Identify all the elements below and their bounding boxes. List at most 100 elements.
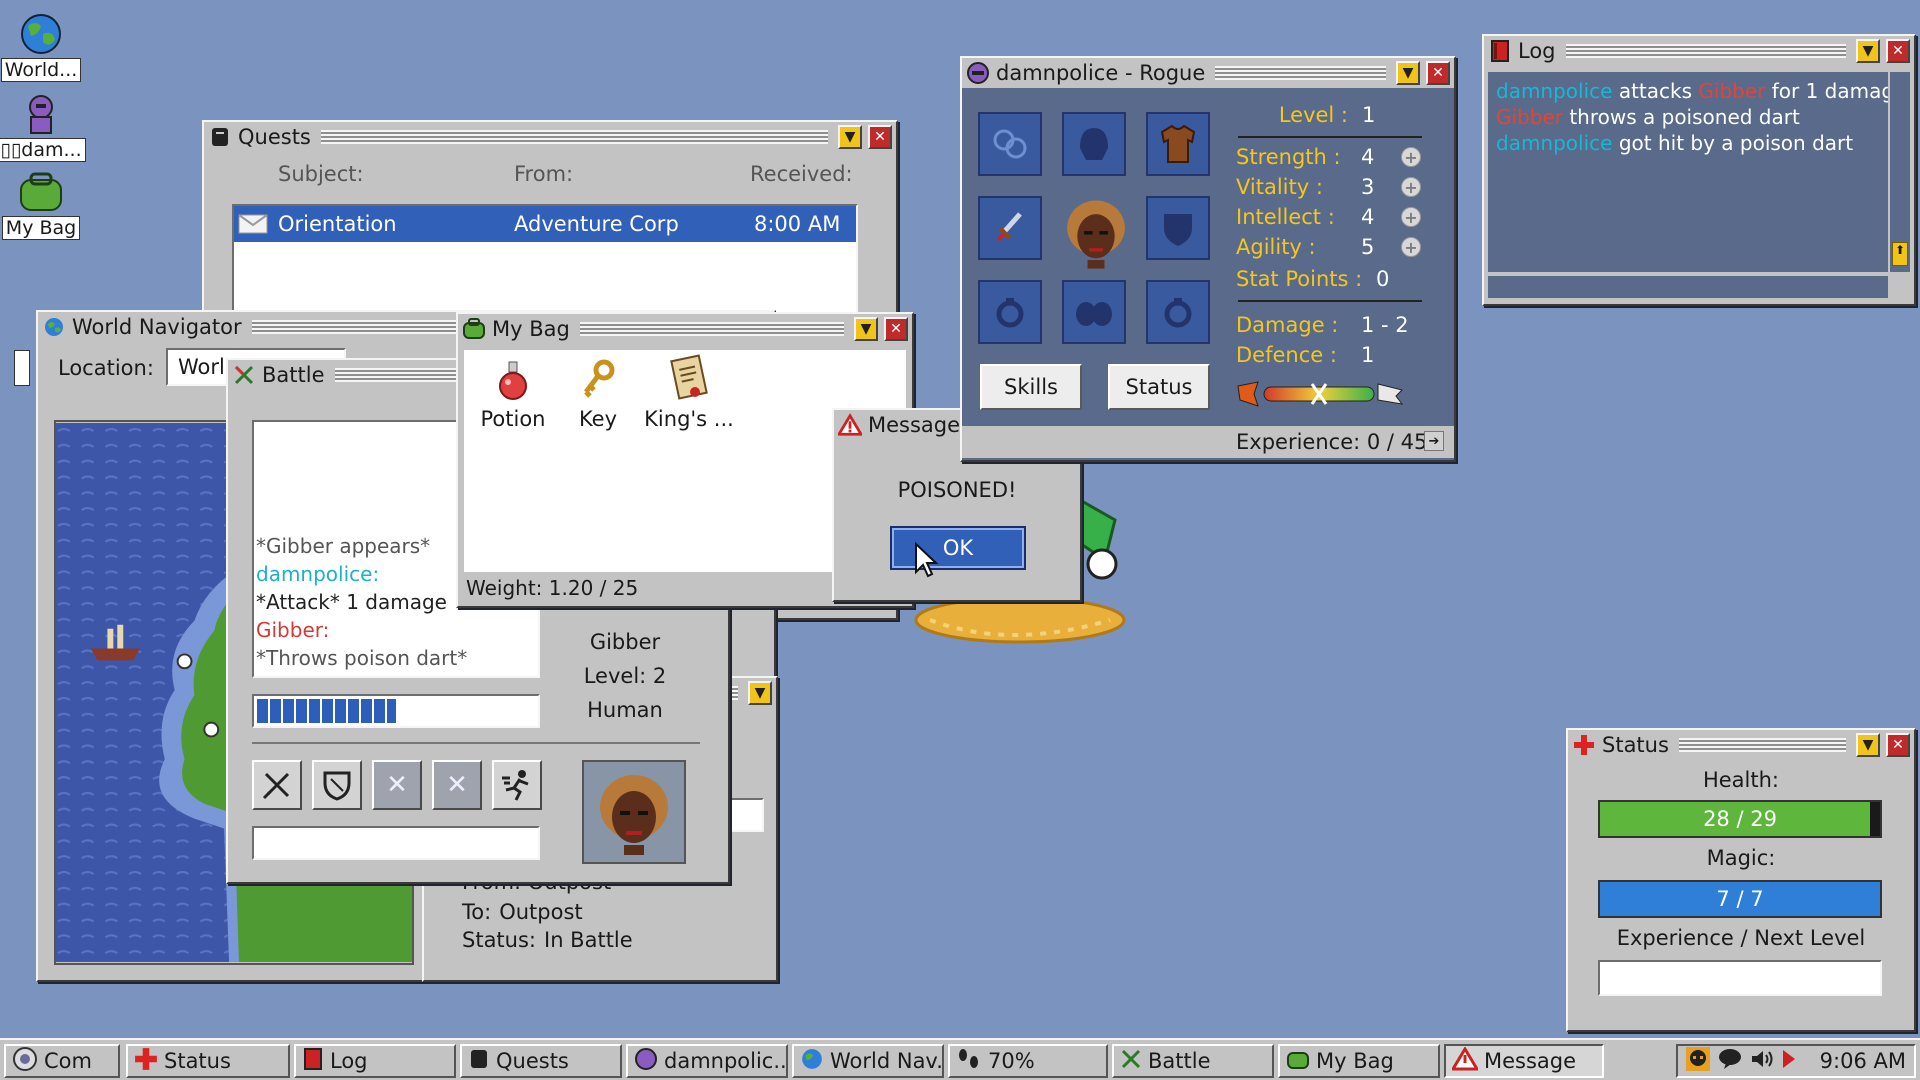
stat-row: Strength : 4 + [1236, 142, 1421, 172]
slot-weapon[interactable] [978, 196, 1042, 260]
status-titlebar[interactable]: Status ▼ ✕ [1568, 730, 1914, 760]
globe-icon [800, 1047, 824, 1076]
log-line: damnpolice attacks Gibber for 1 damage [1496, 78, 1888, 104]
taskbar-item-message[interactable]: Message [1444, 1044, 1604, 1078]
taskbar-label: Battle [1148, 1049, 1211, 1073]
close-button[interactable]: ✕ [1426, 61, 1450, 85]
increase-stat-button[interactable]: + [1401, 207, 1421, 227]
health-text: 28 / 29 [1703, 807, 1777, 831]
close-button[interactable]: ✕ [884, 317, 908, 341]
taskbar-item-bag[interactable]: My Bag [1278, 1044, 1440, 1078]
log-window: Log ▼ ✕ damnpolice attacks Gibber for 1 … [1482, 34, 1916, 306]
character-title: damnpolice - Rogue [996, 61, 1206, 85]
taskbar-item-battle[interactable]: Battle [1112, 1044, 1274, 1078]
slot-gloves[interactable] [1062, 280, 1126, 344]
defend-button[interactable] [312, 760, 362, 810]
increase-stat-button[interactable]: + [1401, 147, 1421, 167]
character-icon [966, 61, 990, 85]
disabled-action-button[interactable]: ✕ [372, 760, 422, 810]
slot-amulet[interactable] [978, 112, 1042, 176]
skull-icon[interactable] [1686, 1046, 1710, 1076]
speaker-icon[interactable] [1750, 1048, 1774, 1075]
minimize-button[interactable]: ▼ [748, 681, 772, 705]
damage-label: Damage : [1236, 313, 1339, 337]
bag-titlebar[interactable]: My Bag ▼ ✕ [458, 314, 912, 344]
taskbar-item-character[interactable]: damnpolic... [626, 1044, 788, 1078]
desktop-icon-label: World... [0, 58, 82, 82]
increase-stat-button[interactable]: + [1401, 177, 1421, 197]
chat-icon[interactable] [1718, 1048, 1742, 1075]
column-subject[interactable]: Subject: [278, 162, 364, 186]
bag-item-key[interactable]: Key [568, 358, 628, 431]
minimize-button[interactable]: ▼ [1856, 39, 1880, 63]
minimize-button[interactable]: ▼ [1856, 733, 1880, 757]
minimize-button[interactable]: ▼ [838, 125, 862, 149]
slot-head[interactable] [1062, 112, 1126, 176]
desktop-icon-partial[interactable] [14, 350, 30, 386]
desktop-icon-bag[interactable]: My Bag [1, 170, 81, 240]
skills-button[interactable]: Skills [980, 364, 1082, 410]
stat-value: 4 [1361, 145, 1375, 169]
envelope-icon [238, 214, 268, 234]
status-button[interactable]: Status [1108, 364, 1210, 410]
status-label: Status [1125, 375, 1193, 399]
stat-row: Vitality : 3 + [1236, 172, 1421, 202]
log-text-area[interactable]: damnpolice attacks Gibber for 1 damageGi… [1488, 72, 1888, 272]
taskbar-item-status[interactable]: Status [126, 1044, 290, 1078]
log-scrollbar[interactable]: ⬆ [1888, 72, 1910, 272]
footprints-icon [956, 1047, 982, 1076]
red-cross-icon [134, 1047, 158, 1076]
taskbar: Com Status Log Quests damnpolic... World… [0, 1038, 1920, 1080]
slot-ring-right[interactable] [1146, 280, 1210, 344]
arrow-right-icon[interactable]: ➔ [1424, 431, 1444, 451]
mouse-cursor-icon [915, 542, 939, 578]
table-row[interactable]: Orientation Adventure Corp 8:00 AM [234, 206, 856, 242]
close-button[interactable]: ✕ [1886, 733, 1910, 757]
bag-item-potion[interactable]: Potion [478, 358, 548, 431]
log-titlebar[interactable]: Log ▼ ✕ [1484, 36, 1914, 66]
desktop-icon-world[interactable]: World... [0, 12, 82, 82]
minimize-button[interactable]: ▼ [1396, 61, 1420, 85]
log-title: Log [1518, 39, 1556, 63]
disabled-action-button[interactable]: ✕ [432, 760, 482, 810]
journey-field[interactable] [724, 798, 764, 832]
flee-button[interactable] [492, 760, 542, 810]
quests-titlebar[interactable]: Quests ▼ ✕ [204, 122, 896, 152]
column-received[interactable]: Received: [750, 162, 853, 186]
battle-input[interactable] [252, 826, 540, 860]
bag-item-scroll[interactable]: King's ... [644, 352, 734, 431]
crossed-swords-icon [232, 363, 256, 387]
log-segment: throws a poisoned dart [1562, 105, 1800, 129]
close-button[interactable]: ✕ [1886, 39, 1910, 63]
taskbar-item-world-navigator[interactable]: World Nav... [792, 1044, 944, 1078]
amulet-icon [993, 129, 1027, 159]
taskbar-item-progress[interactable]: 70% [948, 1044, 1108, 1078]
taskbar-item-quests[interactable]: Quests [460, 1044, 622, 1078]
taskbar-label: Log [330, 1049, 368, 1073]
desktop-icon-character[interactable]: ▯▯dam... [0, 92, 86, 162]
ok-button[interactable]: OK [890, 526, 1026, 570]
close-button[interactable]: ✕ [868, 125, 892, 149]
increase-stat-button[interactable]: + [1401, 237, 1421, 257]
taskbar-item-log[interactable]: Log [294, 1044, 456, 1078]
gloves-icon [1076, 302, 1112, 326]
slot-chest[interactable] [1146, 112, 1210, 176]
log-segment: Gibber [1698, 79, 1766, 103]
character-titlebar[interactable]: damnpolice - Rogue ▼ ✕ [962, 58, 1454, 88]
health-label: Health: [1702, 768, 1780, 792]
column-from[interactable]: From: [514, 162, 573, 186]
stat-points-label: Stat Points : [1236, 267, 1363, 291]
minimize-button[interactable]: ▼ [854, 317, 878, 341]
magic-text: 7 / 7 [1716, 887, 1764, 911]
slot-shield[interactable] [1146, 196, 1210, 260]
play-icon[interactable] [1782, 1049, 1796, 1074]
quest-received: 8:00 AM [754, 212, 841, 236]
scroll-icon [670, 354, 708, 400]
log-segment: got hit by a poison dart [1612, 131, 1854, 155]
slot-ring-left[interactable] [978, 280, 1042, 344]
navigator-title: World Navigator [72, 315, 242, 339]
taskbar-item-com[interactable]: Com [4, 1044, 120, 1078]
scroll-thumb[interactable]: ⬆ [1892, 242, 1908, 266]
attack-button[interactable] [252, 760, 302, 810]
ring-icon [996, 298, 1024, 328]
